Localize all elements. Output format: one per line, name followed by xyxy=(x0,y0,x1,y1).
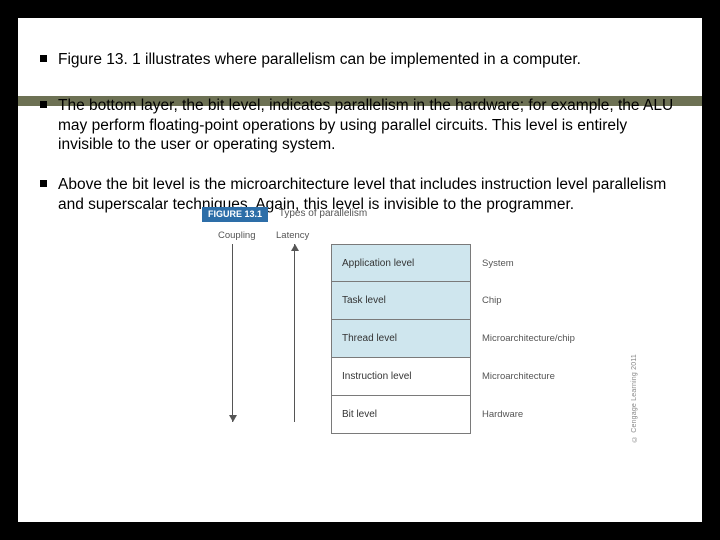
latency-arrow-up-icon xyxy=(294,244,295,422)
level-right-label: Microarchitecture xyxy=(482,358,555,396)
level-right-label: Microarchitecture/chip xyxy=(482,320,575,358)
level-application: Application level System xyxy=(331,244,471,282)
figure: FIGURE 13.1 Types of parallelism Couplin… xyxy=(176,207,636,449)
bullet-item: Above the bit level is the microarchitec… xyxy=(40,175,680,448)
slide-content: Figure 13. 1 illustrates where paralleli… xyxy=(18,18,702,448)
level-label: Instruction level xyxy=(342,371,411,382)
bullet-text: The bottom layer, the bit level, indicat… xyxy=(58,97,673,154)
slide: Figure 13. 1 illustrates where paralleli… xyxy=(18,18,702,522)
level-label: Application level xyxy=(342,258,414,269)
figure-header: FIGURE 13.1 Types of parallelism xyxy=(202,207,636,223)
figure-caption: Types of parallelism xyxy=(279,208,367,221)
bullet-item: Figure 13. 1 illustrates where paralleli… xyxy=(40,50,680,70)
figure-body: Coupling Latency Application level Syste… xyxy=(176,228,636,448)
column-label-coupling: Coupling xyxy=(218,230,256,242)
figure-tag: FIGURE 13.1 xyxy=(202,207,268,223)
level-label: Thread level xyxy=(342,333,397,344)
column-label-latency: Latency xyxy=(276,230,309,242)
bullet-list: Figure 13. 1 illustrates where paralleli… xyxy=(40,50,680,448)
level-right-label: Hardware xyxy=(482,396,523,434)
level-thread: Thread level Microarchitecture/chip xyxy=(331,320,471,358)
level-right-label: Chip xyxy=(482,282,502,320)
level-label: Task level xyxy=(342,295,386,306)
level-stack: Application level System Task level Chip… xyxy=(331,244,471,434)
level-instruction: Instruction level Microarchitecture xyxy=(331,358,471,396)
bullet-text: Figure 13. 1 illustrates where paralleli… xyxy=(58,51,581,68)
level-label: Bit level xyxy=(342,409,377,420)
figure-copyright: © Cengage Learning 2011 xyxy=(631,354,640,442)
level-right-label: System xyxy=(482,245,514,283)
level-task: Task level Chip xyxy=(331,282,471,320)
bullet-item: The bottom layer, the bit level, indicat… xyxy=(40,96,680,155)
coupling-arrow-down-icon xyxy=(232,244,233,422)
level-bit: Bit level Hardware xyxy=(331,396,471,434)
